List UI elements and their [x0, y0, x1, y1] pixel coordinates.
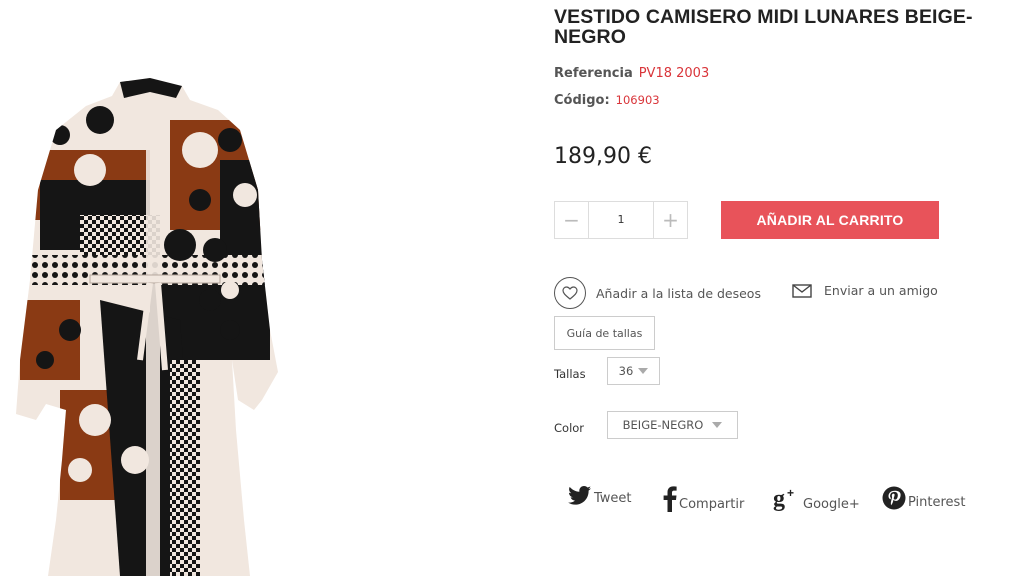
color-select-value: BEIGE-NEGRO [622, 418, 704, 432]
reference-line: Referencia PV18 2003 [554, 66, 709, 81]
svg-text:+: + [787, 486, 794, 500]
code-line: Código: 106903 [554, 93, 660, 108]
google-plus-icon: g + [773, 486, 794, 512]
add-to-cart-button[interactable]: AÑADIR AL CARRITO [721, 201, 939, 239]
code-value: 106903 [615, 93, 660, 107]
chevron-down-icon [638, 368, 649, 374]
envelope-icon [792, 283, 812, 298]
google-plus-label: Google+ [803, 497, 860, 512]
quantity-increase-button[interactable]: + [654, 202, 687, 238]
size-select[interactable]: 36 [607, 357, 660, 385]
twitter-icon [568, 486, 591, 505]
product-price: 189,90 € [554, 144, 652, 169]
facebook-icon [663, 486, 677, 512]
svg-text:g: g [773, 486, 785, 512]
reference-label: Referencia [554, 66, 633, 81]
size-label: Tallas [554, 367, 586, 381]
pinterest-icon [882, 486, 906, 510]
quantity-decrease-button[interactable]: − [555, 202, 588, 238]
tweet-label: Tweet [594, 491, 632, 506]
chevron-down-icon [712, 422, 723, 428]
share-twitter-button[interactable]: Tweet [568, 486, 632, 506]
product-image[interactable] [0, 0, 400, 576]
dress-illustration [16, 78, 278, 576]
send-to-friend-label: Enviar a un amigo [824, 283, 938, 298]
quantity-stepper: − + [554, 201, 688, 239]
size-select-value: 36 [618, 364, 634, 378]
color-select[interactable]: BEIGE-NEGRO [607, 411, 738, 439]
wishlist-label: Añadir a la lista de deseos [596, 285, 761, 301]
reference-value: PV18 2003 [638, 66, 710, 81]
size-guide-button[interactable]: Guía de tallas [554, 316, 655, 350]
share-google-plus-button[interactable]: g + Google+ [773, 486, 860, 512]
product-info: VESTIDO CAMISERO MIDI LUNARES BEIGE-NEGR… [554, 0, 1024, 512]
pinterest-label: Pinterest [908, 495, 966, 510]
share-pinterest-button[interactable]: Pinterest [882, 486, 965, 510]
color-label: Color [554, 421, 585, 435]
quantity-input[interactable] [588, 202, 654, 238]
send-to-friend-link[interactable]: Enviar a un amigo [792, 283, 938, 298]
code-label: Código: [554, 93, 610, 108]
share-facebook-button[interactable]: Compartir [663, 486, 744, 512]
heart-icon [554, 277, 586, 309]
facebook-label: Compartir [679, 497, 745, 512]
product-title: VESTIDO CAMISERO MIDI LUNARES BEIGE-NEGR… [554, 6, 973, 48]
wishlist-link[interactable]: Añadir a la lista de deseos [554, 277, 761, 309]
